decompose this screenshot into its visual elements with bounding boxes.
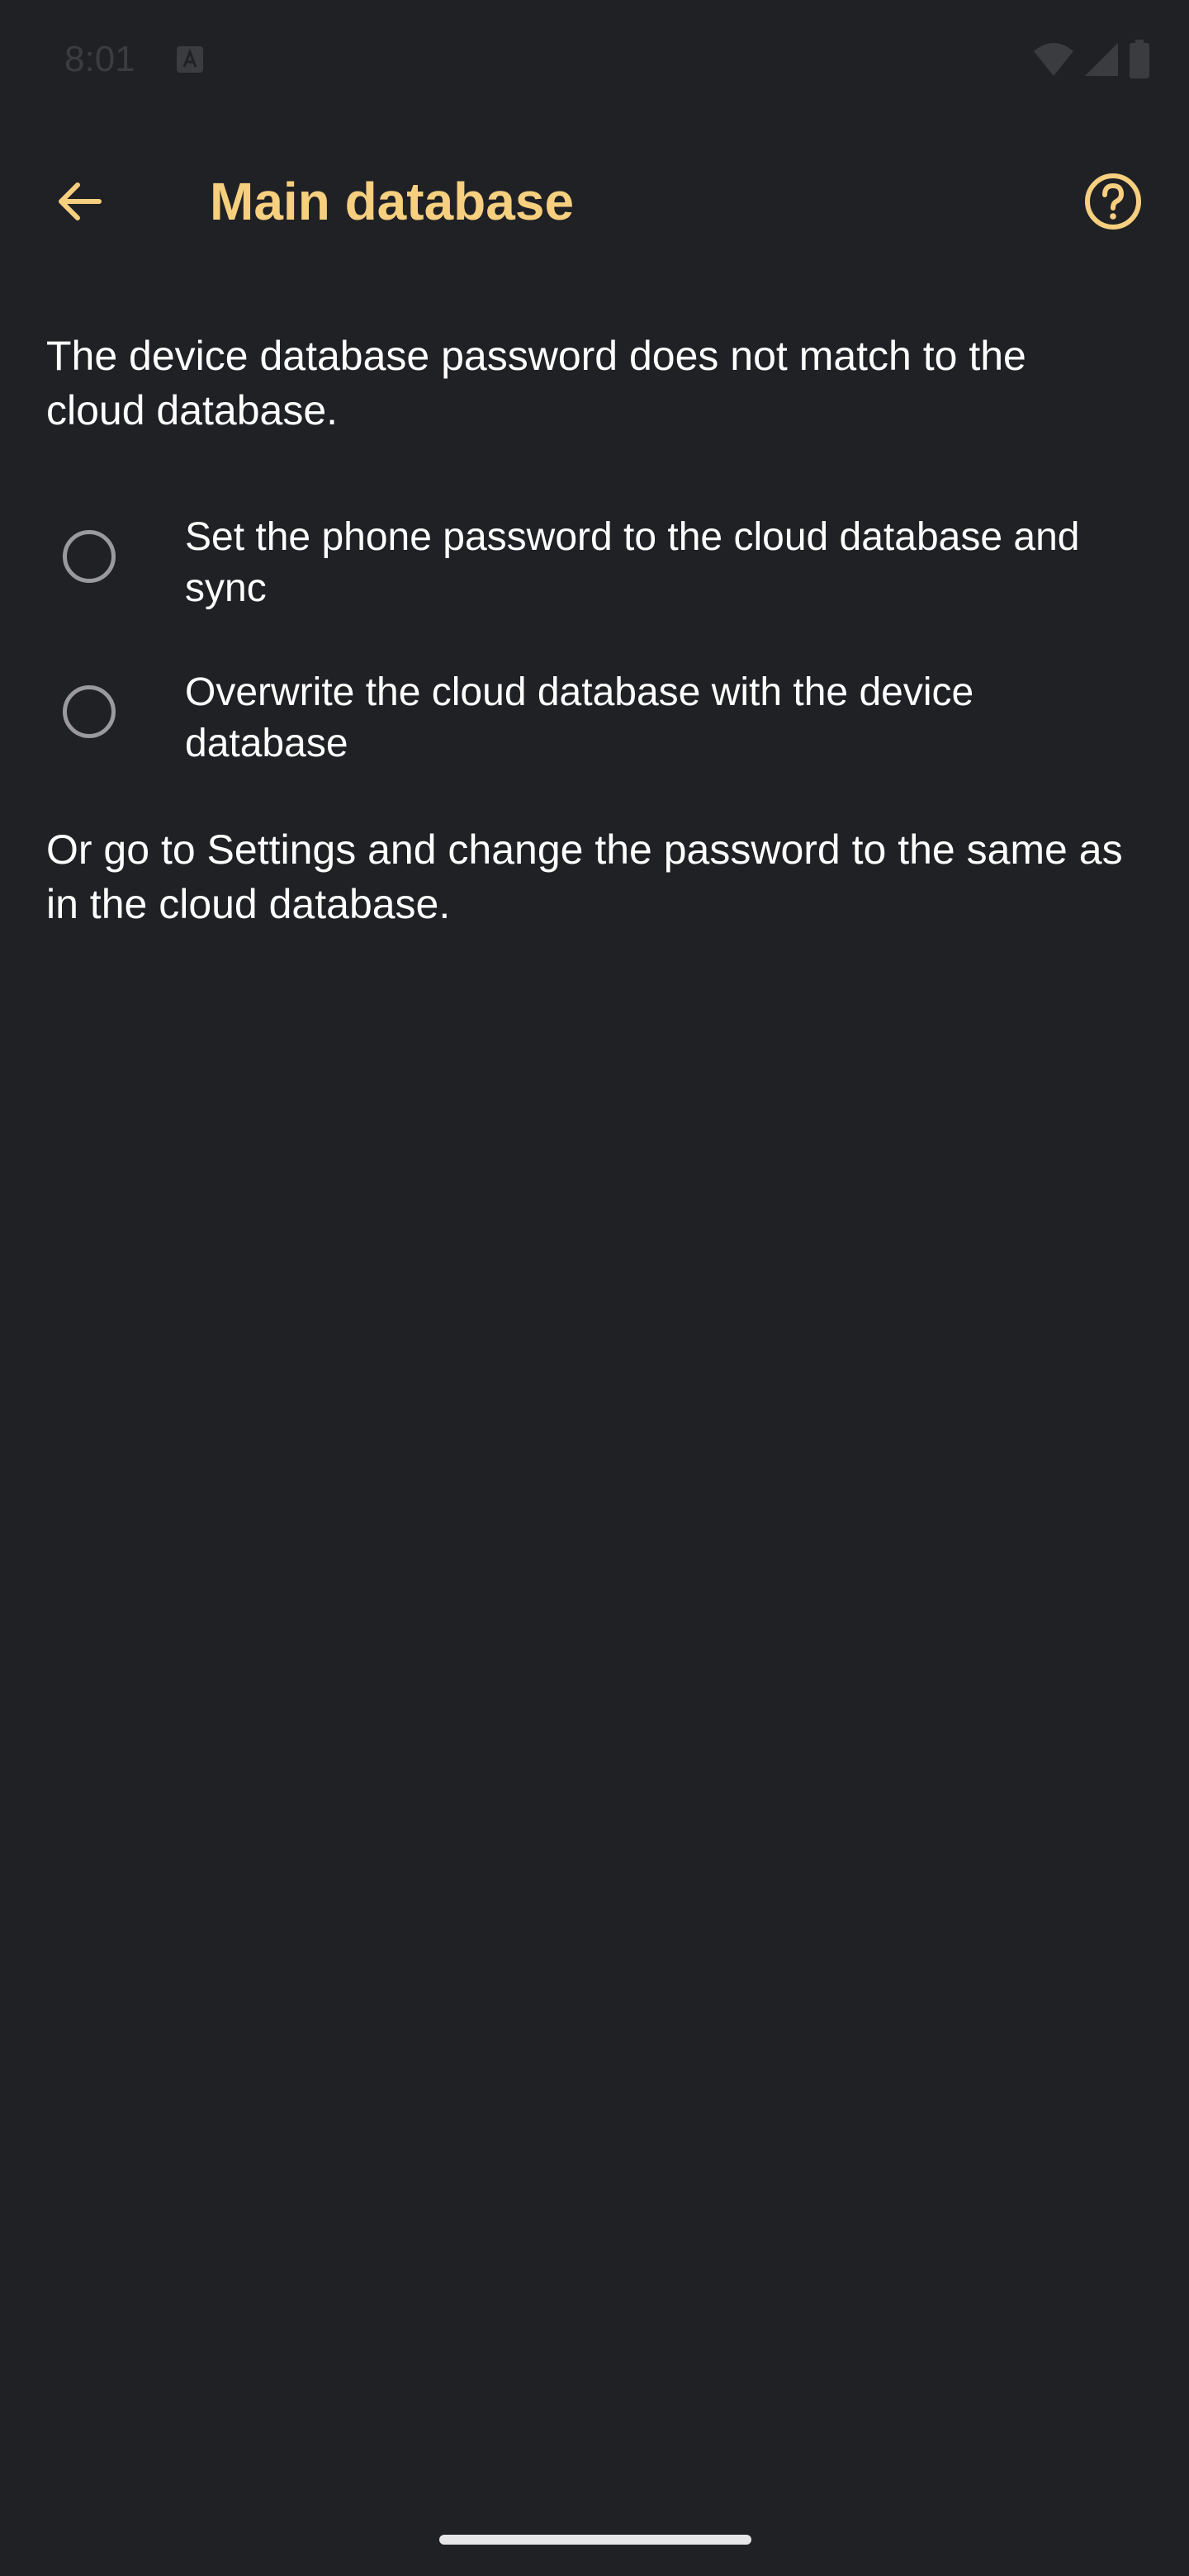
page-title: Main database (210, 172, 575, 231)
main-content: The device database password does not ma… (46, 329, 1136, 931)
status-icons (1032, 40, 1151, 79)
help-circle-icon (1085, 173, 1141, 230)
back-button[interactable] (36, 159, 122, 244)
sync-options: Set the phone password to the cloud data… (46, 512, 1136, 776)
app-bar: Main database (0, 122, 1189, 281)
option-label: Set the phone password to the cloud data… (185, 515, 1080, 610)
option-overwrite-cloud[interactable]: Overwrite the cloud database with the de… (46, 667, 1136, 776)
battery-icon (1130, 40, 1149, 78)
radio-button[interactable] (63, 685, 116, 738)
status-bar: 8:01 (0, 0, 1189, 122)
status-time: 8:01 (64, 39, 135, 79)
option-set-phone-password[interactable]: Set the phone password to the cloud data… (46, 512, 1136, 621)
wifi-icon (1034, 43, 1073, 76)
settings-hint: Or go to Settings and change the passwor… (46, 826, 1123, 927)
arrow-left-icon (59, 182, 102, 220)
option-label: Overwrite the cloud database with the de… (185, 670, 974, 765)
radio-button[interactable] (63, 530, 116, 583)
help-button[interactable] (1070, 159, 1156, 244)
mismatch-message: The device database password does not ma… (46, 333, 1026, 433)
signal-icon (1085, 43, 1118, 76)
notification-a-icon (177, 46, 203, 73)
home-indicator[interactable] (439, 2535, 751, 2545)
